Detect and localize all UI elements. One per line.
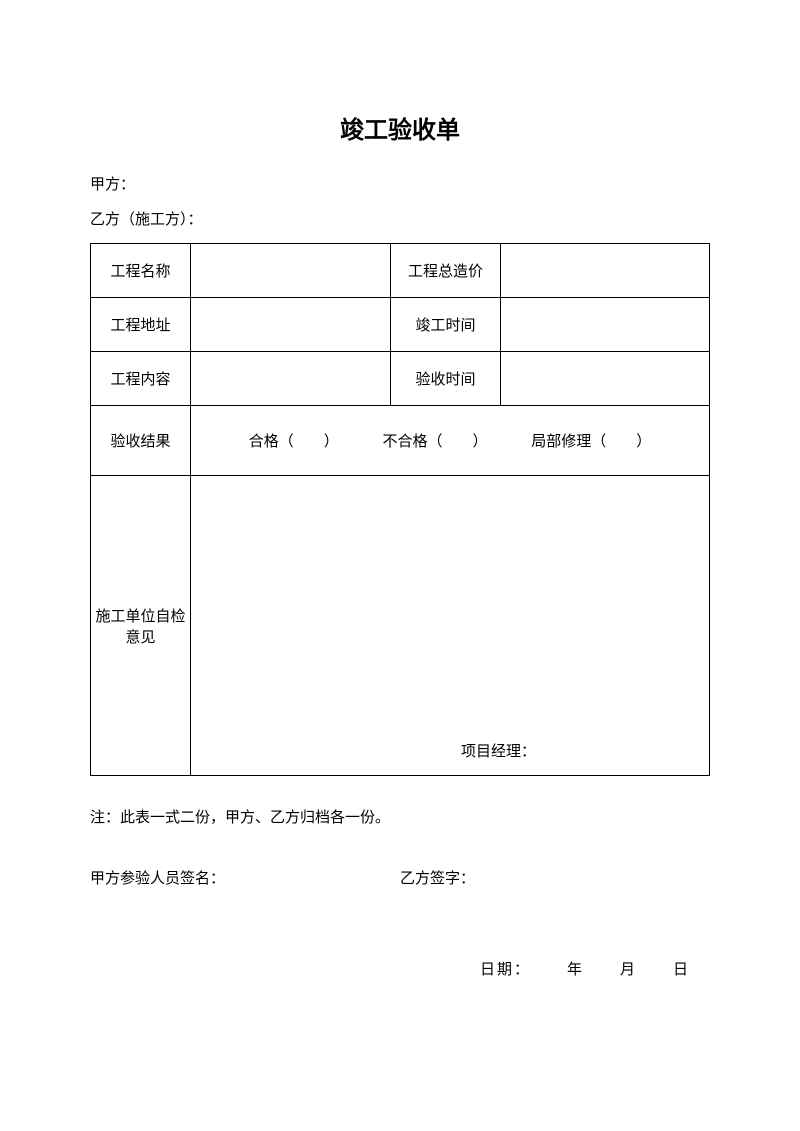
result-pass[interactable]: 合格（ ） — [249, 430, 339, 451]
result-partial[interactable]: 局部修理（ ） — [531, 430, 651, 451]
project-content-value[interactable] — [191, 352, 391, 406]
party-a-label: 甲方： — [90, 173, 710, 194]
acceptance-date-value[interactable] — [501, 352, 710, 406]
project-address-value[interactable] — [191, 298, 391, 352]
note-text: 注：此表一式二份，甲方、乙方归档各一份。 — [90, 806, 710, 827]
total-cost-label: 工程总造价 — [391, 244, 501, 298]
opinion-label: 施工单位自检意见 — [91, 476, 191, 776]
party-b-label: 乙方（施工方）： — [90, 208, 710, 229]
page-title: 竣工验收单 — [90, 110, 710, 145]
project-address-label: 工程地址 — [91, 298, 191, 352]
sign-b-label: 乙方签字： — [400, 867, 710, 888]
project-manager-label: 项目经理： — [461, 740, 536, 761]
date-day: 日 — [673, 962, 690, 978]
date-prefix: 日期： — [480, 962, 531, 978]
completion-date-value[interactable] — [501, 298, 710, 352]
acceptance-table: 工程名称 工程总造价 工程地址 竣工时间 工程内容 验收时间 验收结果 合格（ … — [90, 243, 710, 776]
project-content-label: 工程内容 — [91, 352, 191, 406]
project-name-value[interactable] — [191, 244, 391, 298]
opinion-cell[interactable]: 项目经理： — [191, 476, 710, 776]
project-name-label: 工程名称 — [91, 244, 191, 298]
result-label: 验收结果 — [91, 406, 191, 476]
date-line: 日期： 年 月 日 — [90, 958, 710, 979]
result-options: 合格（ ） 不合格（ ） 局部修理（ ） — [191, 406, 710, 476]
result-fail[interactable]: 不合格（ ） — [382, 430, 487, 451]
date-year: 年 — [567, 962, 584, 978]
total-cost-value[interactable] — [501, 244, 710, 298]
sign-a-label: 甲方参验人员签名： — [90, 867, 400, 888]
date-month: 月 — [620, 962, 637, 978]
completion-date-label: 竣工时间 — [391, 298, 501, 352]
acceptance-date-label: 验收时间 — [391, 352, 501, 406]
